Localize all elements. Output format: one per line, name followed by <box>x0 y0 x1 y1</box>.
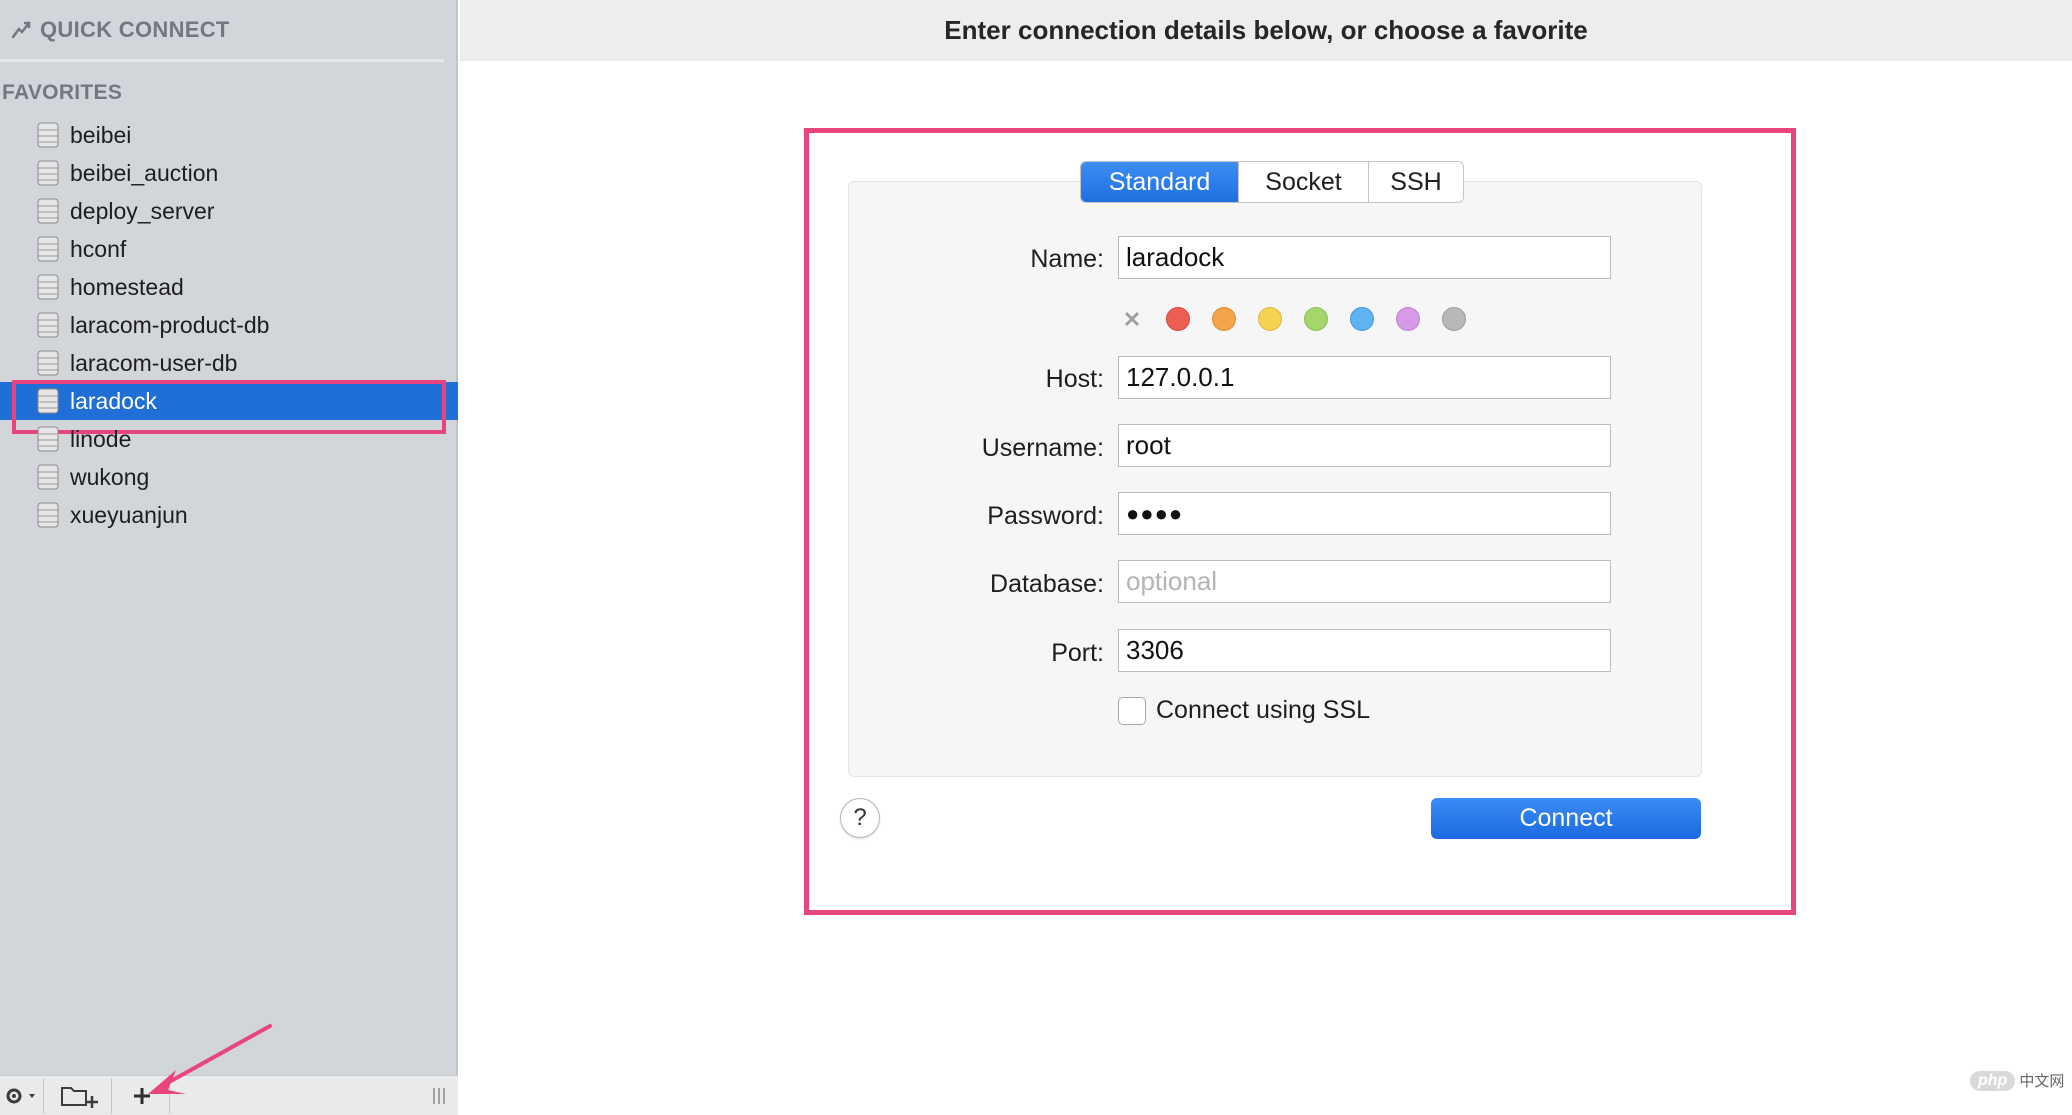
password-label-wrap: Password: <box>804 502 1104 532</box>
name-label: Name: <box>1030 245 1104 273</box>
favorite-item-label: laracom-product-db <box>70 311 270 338</box>
host-field[interactable]: 127.0.0.1 <box>1118 356 1611 399</box>
favorite-item-label: beibei_auction <box>70 159 219 186</box>
page-title: Enter connection details below, or choos… <box>944 15 1588 45</box>
plus-icon <box>133 1088 150 1104</box>
gear-icon <box>6 1088 35 1104</box>
watermark-logo: php <box>1970 1070 2016 1091</box>
database-icon <box>37 122 59 148</box>
color-tag-yellow[interactable] <box>1258 307 1282 331</box>
database-icon <box>37 312 59 338</box>
password-value: ●●●● <box>1126 500 1184 526</box>
host-value: 127.0.0.1 <box>1126 362 1235 392</box>
password-label: Password: <box>987 502 1104 530</box>
favorites-list: beibei beibei_auction deploy_server hcon… <box>0 116 458 534</box>
color-tag-green[interactable] <box>1304 307 1328 331</box>
help-button[interactable]: ? <box>840 798 880 838</box>
new-folder-button[interactable] <box>46 1078 112 1114</box>
sidebar: QUICK CONNECT FAVORITES beibei beibei_au… <box>0 0 458 1115</box>
sidebar-toolbar <box>0 1075 458 1115</box>
clear-color-icon[interactable] <box>1120 307 1144 331</box>
database-placeholder: optional <box>1126 566 1218 596</box>
favorite-item-hconf[interactable]: hconf <box>0 230 458 268</box>
favorites-header: FAVORITES <box>2 81 123 104</box>
sidebar-resize-handle[interactable] <box>424 1078 454 1114</box>
new-folder-icon <box>60 1087 98 1108</box>
favorite-item-beibei[interactable]: beibei <box>0 116 458 154</box>
color-tag-purple[interactable] <box>1396 307 1420 331</box>
favorite-item-label: laradock <box>70 387 157 414</box>
favorite-item-wukong[interactable]: wukong <box>0 458 458 496</box>
name-field[interactable]: laradock <box>1118 236 1611 279</box>
quick-connect-item[interactable]: QUICK CONNECT <box>0 0 444 62</box>
favorite-item-laradock[interactable]: laradock <box>0 380 458 434</box>
password-field[interactable]: ●●●● <box>1118 492 1611 535</box>
add-favorite-button[interactable] <box>114 1078 170 1114</box>
favorite-item-label: xueyuanjun <box>70 501 188 528</box>
favorite-item-label: wukong <box>70 463 150 490</box>
tab-socket[interactable]: Socket <box>1239 162 1369 202</box>
port-label: Port: <box>1051 639 1104 667</box>
ssl-checkbox[interactable] <box>1118 696 1146 725</box>
favorite-item-linode[interactable]: linode <box>0 420 458 458</box>
watermark-text: 中文网 <box>2019 1073 2065 1090</box>
database-icon <box>37 160 59 186</box>
host-label: Host: <box>1045 365 1104 393</box>
header-bar: Enter connection details below, or choos… <box>460 0 2072 61</box>
database-field[interactable]: optional <box>1118 560 1611 603</box>
database-label-wrap: Database: <box>804 570 1104 600</box>
favorite-item-xueyuanjun[interactable]: xueyuanjun <box>0 496 458 534</box>
color-tag-picker <box>1120 306 1488 332</box>
favorite-item-label: laracom-user-db <box>70 349 238 376</box>
favorite-item-beibei-auction[interactable]: beibei_auction <box>0 154 458 192</box>
favorite-item-deploy-server[interactable]: deploy_server <box>0 192 458 230</box>
color-tag-blue[interactable] <box>1350 307 1374 331</box>
port-value: 3306 <box>1126 635 1184 665</box>
favorite-item-laracom-product-db[interactable]: laracom-product-db <box>0 306 458 344</box>
host-label-wrap: Host: <box>804 365 1104 395</box>
settings-menu-button[interactable] <box>0 1078 44 1114</box>
color-tag-red[interactable] <box>1166 307 1190 331</box>
favorite-item-label: hconf <box>70 235 127 262</box>
favorite-item-label: homestead <box>70 273 184 300</box>
tab-ssh[interactable]: SSH <box>1369 162 1463 202</box>
database-label: Database: <box>990 570 1104 598</box>
connection-type-tabs: Standard Socket SSH <box>1080 161 1464 203</box>
ssl-option[interactable]: Connect using SSL <box>1118 696 1370 725</box>
resize-handle-icon <box>433 1088 445 1104</box>
database-icon <box>37 274 59 300</box>
database-icon <box>37 502 59 528</box>
color-tag-orange[interactable] <box>1212 307 1236 331</box>
database-icon <box>37 388 59 414</box>
database-icon <box>37 198 59 224</box>
port-field[interactable]: 3306 <box>1118 629 1611 672</box>
color-tag-gray[interactable] <box>1442 307 1466 331</box>
watermark: php 中文网 <box>1970 1070 2064 1091</box>
connect-button[interactable]: Connect <box>1431 798 1701 839</box>
quick-connect-label: QUICK CONNECT <box>40 16 230 42</box>
database-icon <box>37 464 59 490</box>
favorite-item-laracom-user-db[interactable]: laracom-user-db <box>0 344 458 382</box>
favorite-item-homestead[interactable]: homestead <box>0 268 458 306</box>
username-field[interactable]: root <box>1118 424 1611 467</box>
favorite-item-label: linode <box>70 425 132 452</box>
tab-standard[interactable]: Standard <box>1081 162 1239 202</box>
ssl-label: Connect using SSL <box>1156 696 1371 724</box>
database-icon <box>37 236 59 262</box>
database-icon <box>37 426 59 452</box>
database-icon <box>37 350 59 376</box>
quick-connect-icon <box>11 21 31 38</box>
username-label-wrap: Username: <box>804 434 1104 464</box>
favorite-item-label: deploy_server <box>70 197 215 224</box>
favorite-item-label: beibei <box>70 121 132 148</box>
name-label-wrap: Name: <box>804 245 1104 275</box>
main-pane: Enter connection details below, or choos… <box>460 0 2072 1115</box>
username-value: root <box>1126 430 1171 460</box>
username-label: Username: <box>981 434 1104 462</box>
name-value: laradock <box>1126 242 1225 272</box>
port-label-wrap: Port: <box>804 639 1104 669</box>
